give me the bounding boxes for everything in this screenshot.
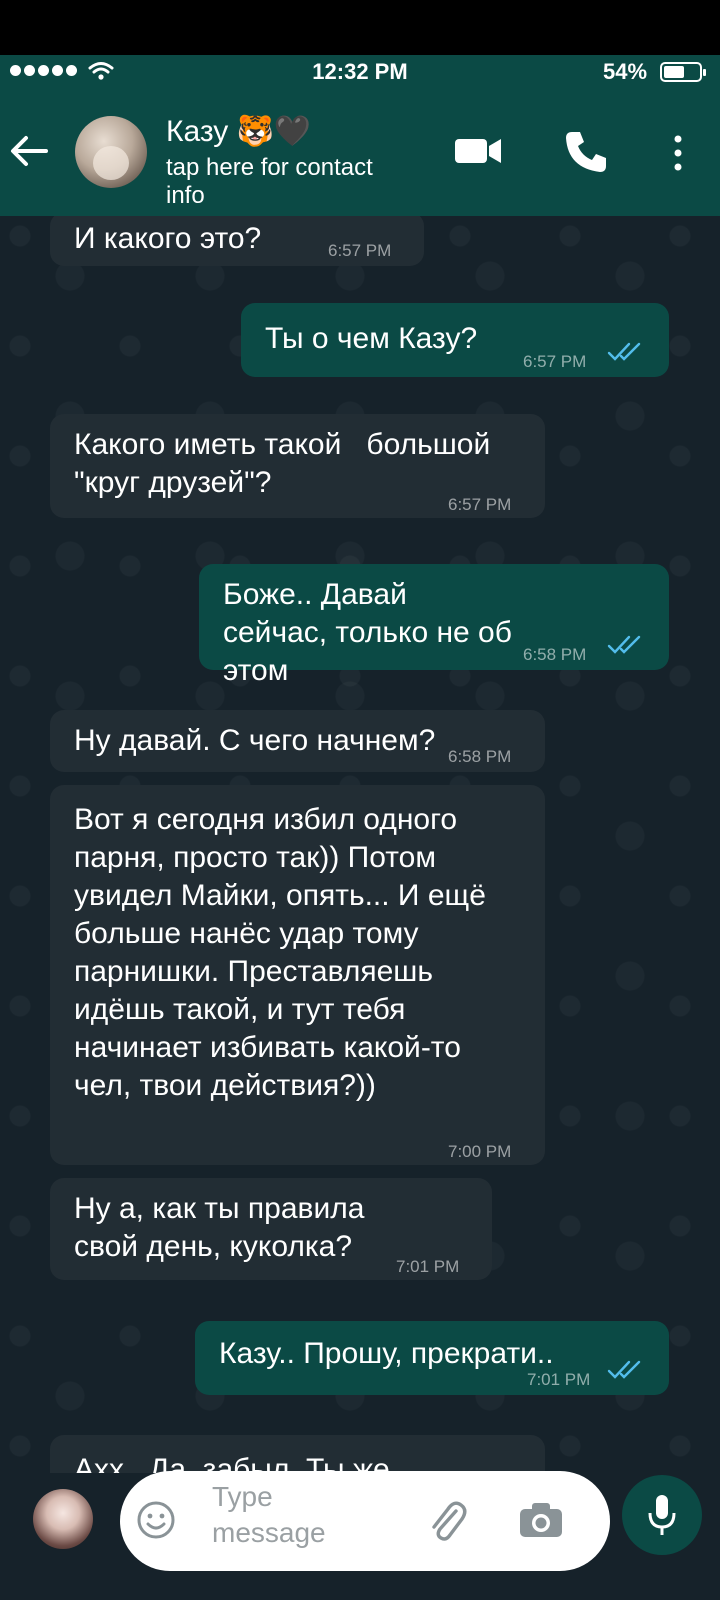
message-text: Ты о чем Казу?: [265, 322, 478, 355]
camera-icon[interactable]: [518, 1501, 564, 1539]
message-text: И какого это?: [74, 222, 262, 255]
message-incoming[interactable]: Ахх.. Да, забыл. Ты же: [50, 1435, 545, 1473]
message-incoming[interactable]: И какого это? 6:57 PM: [50, 216, 424, 266]
battery-icon: [660, 62, 706, 82]
contact-name[interactable]: Казу 🐯🖤: [166, 114, 311, 149]
message-outgoing[interactable]: Боже.. Давай сейчас, только не об этом 6…: [199, 564, 669, 687]
user-avatar[interactable]: [33, 1489, 93, 1549]
attachment-icon[interactable]: [426, 1497, 468, 1545]
message-text: Вот я сегодня избил одного парня, просто…: [74, 803, 486, 1102]
message-incoming[interactable]: Ну а, как ты правила свой день, куколка?…: [50, 1178, 492, 1280]
message-text: Ну давай. С чего начнем?: [74, 724, 436, 757]
device-top-bar: [0, 0, 720, 55]
message-composer: Type message: [0, 1471, 720, 1600]
message-text: Ахх.. Да, забыл. Ты же: [74, 1453, 390, 1473]
message-time: 6:57 PM: [523, 352, 587, 371]
message-text: Боже.. Давай сейчас, только не об этом: [223, 578, 512, 687]
message-time: 7:00 PM: [448, 1142, 512, 1161]
microphone-icon: [648, 1495, 676, 1535]
chat-area[interactable]: И какого это? 6:57 PM Ты о чем Казу? 6:5…: [0, 216, 720, 1473]
message-outgoing[interactable]: Казу.. Прошу, прекрати.. 7:01 PM: [195, 1321, 669, 1395]
message-time: 7:01 PM: [527, 1370, 591, 1389]
message-incoming[interactable]: Какого иметь такой большой "круг друзей"…: [50, 414, 545, 518]
read-receipt-icon: [607, 1360, 641, 1379]
message-text: Ну а, как ты правила свой день, куколка?: [74, 1192, 365, 1263]
message-incoming[interactable]: Вот я сегодня избил одного парня, просто…: [50, 785, 545, 1165]
message-outgoing[interactable]: Ты о чем Казу? 6:57 PM: [241, 303, 669, 377]
message-text: Какого иметь такой большой "круг друзей"…: [74, 428, 499, 499]
read-receipt-icon: [607, 635, 641, 654]
more-options-icon[interactable]: [666, 133, 690, 173]
voice-message-button[interactable]: [622, 1475, 702, 1555]
read-receipt-icon: [607, 342, 641, 361]
phone-call-icon[interactable]: [562, 128, 610, 176]
message-time: 6:57 PM: [328, 241, 392, 260]
message-incoming[interactable]: Ну давай. С чего начнем? 6:58 PM: [50, 710, 545, 772]
message-time: 6:57 PM: [448, 495, 512, 514]
emoji-icon[interactable]: [136, 1500, 176, 1540]
message-placeholder: Type message: [212, 1481, 326, 1548]
message-input[interactable]: Type message: [120, 1471, 610, 1571]
message-time: 7:01 PM: [396, 1257, 460, 1276]
battery-percent: 54%: [603, 59, 648, 84]
chat-header: Казу 🐯🖤 tap here for contact info: [0, 88, 720, 216]
message-text: Казу.. Прошу, прекрати..: [219, 1337, 554, 1370]
message-time: 6:58 PM: [448, 747, 512, 766]
contact-avatar[interactable]: [75, 116, 147, 188]
message-time: 6:58 PM: [523, 645, 587, 664]
contact-info-hint[interactable]: tap here for contact info: [166, 154, 391, 210]
back-arrow-icon[interactable]: [6, 128, 52, 174]
video-call-icon[interactable]: [455, 136, 503, 166]
status-bar: 12:32 PM 54%: [0, 55, 720, 88]
